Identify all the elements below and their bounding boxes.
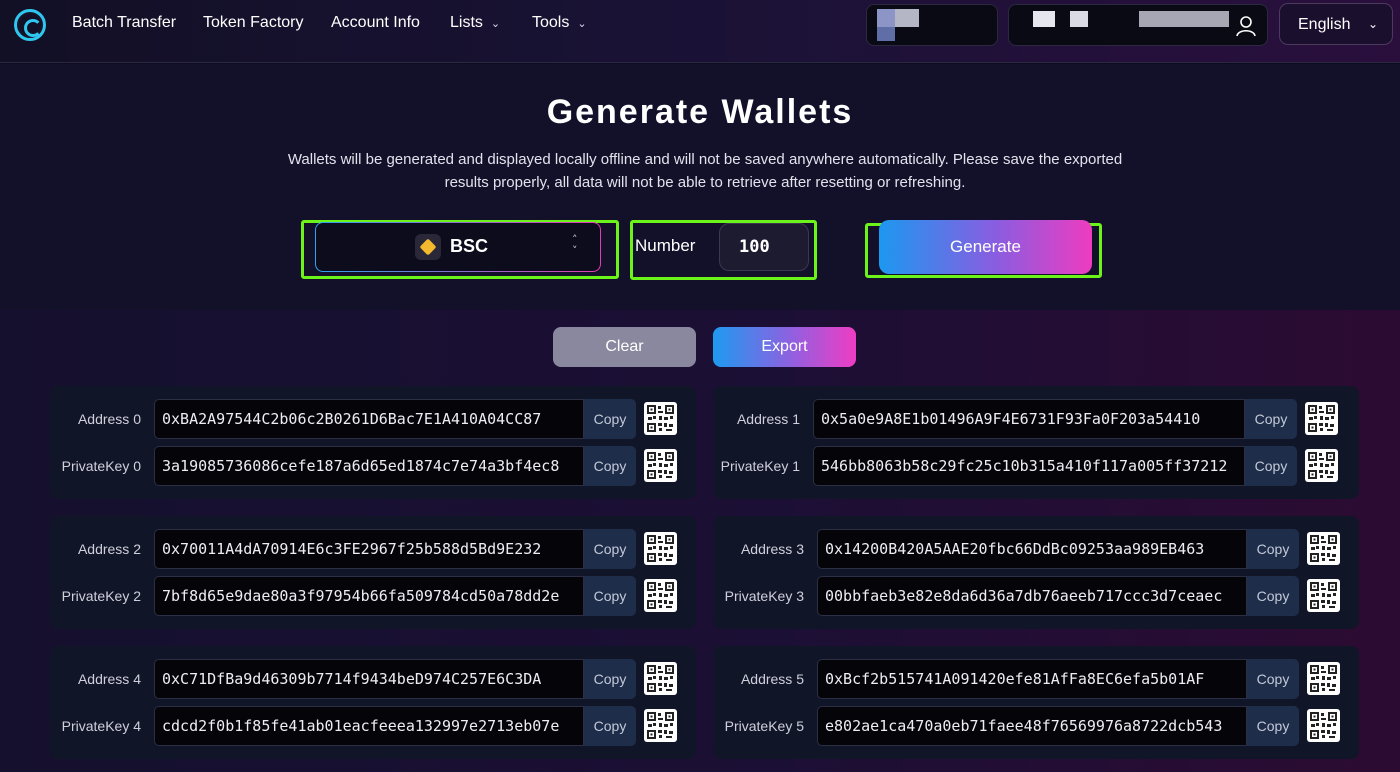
clear-button[interactable]: Clear <box>553 327 696 367</box>
page-description: Wallets will be generated and displayed … <box>287 151 1123 191</box>
copy-private-key-button[interactable]: Copy <box>584 576 636 616</box>
generate-button[interactable]: Generate <box>879 220 1092 274</box>
address-label: Address 2 <box>77 541 141 557</box>
private-key-field[interactable]: 3a19085736086cefe187a6d65ed1874c7e74a3bf… <box>154 446 584 486</box>
copy-address-button[interactable]: Copy <box>584 399 636 439</box>
address-label: Address 5 <box>740 671 804 687</box>
private-key-field[interactable]: 546bb8063b58c29fc25c10b315a410f117a005ff… <box>813 446 1245 486</box>
wallet-row: Address 1 0x5a0e9A8E1b01496A9F4E6731F93F… <box>713 399 1359 439</box>
qr-code-icon[interactable] <box>1307 709 1340 742</box>
private-key-label: PrivateKey 0 <box>61 458 141 474</box>
copy-address-button[interactable]: Copy <box>1245 399 1297 439</box>
copy-address-button[interactable]: Copy <box>584 529 636 569</box>
top-navigation: Batch Transfer Token Factory Account Inf… <box>0 0 1400 63</box>
address-field[interactable]: 0xC71DfBa9d46309b7714f9434beD974C257E6C3… <box>154 659 584 699</box>
copy-private-key-button[interactable]: Copy <box>1247 706 1299 746</box>
qr-code-icon[interactable] <box>1307 662 1340 695</box>
wallet-row: PrivateKey 1 546bb8063b58c29fc25c10b315a… <box>713 446 1359 486</box>
chain-select[interactable]: BSC ˄ ˅ <box>315 222 601 272</box>
chevron-down-icon: ⌄ <box>577 18 587 30</box>
qr-code-icon[interactable] <box>1305 449 1338 482</box>
copy-private-key-button[interactable]: Copy <box>1247 576 1299 616</box>
private-key-field[interactable]: 7bf8d65e9dae80a3f97954b66fa509784cd50a78… <box>154 576 584 616</box>
private-key-label: PrivateKey 5 <box>724 718 804 734</box>
bnb-icon <box>415 234 441 260</box>
address-field[interactable]: 0x70011A4dA70914E6c3FE2967f25b588d5Bd9E2… <box>154 529 584 569</box>
copy-address-button[interactable]: Copy <box>584 659 636 699</box>
qr-code-icon[interactable] <box>644 579 677 612</box>
qr-code-icon[interactable] <box>1305 402 1338 435</box>
chain-label: BSC <box>450 236 489 256</box>
wallet-card: Address 3 0x14200B420A5AAE20fbc66DdBc092… <box>713 516 1359 629</box>
private-key-label: PrivateKey 4 <box>61 718 141 734</box>
page-title: Generate Wallets <box>546 93 854 131</box>
qr-code-icon[interactable] <box>1307 532 1340 565</box>
number-input[interactable]: 100 <box>719 223 809 271</box>
wallet-row: Address 4 0xC71DfBa9d46309b7714f9434beD9… <box>50 659 696 699</box>
private-key-field[interactable]: e802ae1ca470a0eb71faee48f76569976a8722dc… <box>817 706 1247 746</box>
number-label: Number <box>635 236 696 255</box>
language-label: English <box>1298 16 1351 33</box>
nav-lists[interactable]: Lists ⌄ <box>450 14 500 32</box>
qr-code-icon[interactable] <box>644 402 677 435</box>
nav-batch-transfer[interactable]: Batch Transfer <box>72 14 176 32</box>
private-key-field[interactable]: 00bbfaeb3e82e8da6d36a7db76aeeb717ccc3d7c… <box>817 576 1247 616</box>
app-logo-icon[interactable] <box>14 9 46 41</box>
address-field[interactable]: 0xBcf2b515741A091420efe81AfFa8EC6efa5b01… <box>817 659 1247 699</box>
address-label: Address 4 <box>77 671 141 687</box>
wallet-row: PrivateKey 3 00bbfaeb3e82e8da6d36a7db76a… <box>713 576 1359 616</box>
wallet-card: Address 0 0xBA2A97544C2b06c2B0261D6Bac7E… <box>50 386 696 499</box>
user-icon <box>1236 16 1256 37</box>
copy-private-key-button[interactable]: Copy <box>584 706 636 746</box>
copy-private-key-button[interactable]: Copy <box>584 446 636 486</box>
redacted-balance <box>866 4 998 46</box>
wallet-card: Address 2 0x70011A4dA70914E6c3FE2967f25b… <box>50 516 696 629</box>
wallet-card: Address 1 0x5a0e9A8E1b01496A9F4E6731F93F… <box>713 386 1359 499</box>
up-down-chevron-icon: ˄ ˅ <box>572 233 578 257</box>
wallet-row: PrivateKey 0 3a19085736086cefe187a6d65ed… <box>50 446 696 486</box>
wallet-row: Address 2 0x70011A4dA70914E6c3FE2967f25b… <box>50 529 696 569</box>
chevron-down-icon: ⌄ <box>1368 17 1379 31</box>
language-select[interactable]: English ⌄ <box>1279 3 1393 45</box>
private-key-label: PrivateKey 3 <box>724 588 804 604</box>
wallet-row: PrivateKey 5 e802ae1ca470a0eb71faee48f76… <box>713 706 1359 746</box>
address-label: Address 0 <box>77 411 141 427</box>
address-field[interactable]: 0xBA2A97544C2b06c2B0261D6Bac7E1A410A04CC… <box>154 399 584 439</box>
nav-tools-label: Tools <box>532 14 570 31</box>
qr-code-icon[interactable] <box>644 532 677 565</box>
qr-code-icon[interactable] <box>644 709 677 742</box>
address-field[interactable]: 0x14200B420A5AAE20fbc66DdBc09253aa989EB4… <box>817 529 1247 569</box>
wallet-card: Address 5 0xBcf2b515741A091420efe81AfFa8… <box>713 646 1359 759</box>
redacted-account[interactable] <box>1008 4 1268 46</box>
wallet-row: Address 5 0xBcf2b515741A091420efe81AfFa8… <box>713 659 1359 699</box>
chevron-down-icon: ⌄ <box>490 18 501 30</box>
qr-code-icon[interactable] <box>644 662 677 695</box>
address-label: Address 3 <box>740 541 804 557</box>
nav-lists-label: Lists <box>450 14 483 31</box>
address-field[interactable]: 0x5a0e9A8E1b01496A9F4E6731F93Fa0F203a544… <box>813 399 1245 439</box>
copy-address-button[interactable]: Copy <box>1247 529 1299 569</box>
wallet-row: PrivateKey 4 cdcd2f0b1f85fe41ab01eacfeee… <box>50 706 696 746</box>
address-label: Address 1 <box>736 411 800 427</box>
wallet-row: Address 0 0xBA2A97544C2b06c2B0261D6Bac7E… <box>50 399 696 439</box>
copy-private-key-button[interactable]: Copy <box>1245 446 1297 486</box>
wallet-card: Address 4 0xC71DfBa9d46309b7714f9434beD9… <box>50 646 696 759</box>
wallet-row: PrivateKey 2 7bf8d65e9dae80a3f97954b66fa… <box>50 576 696 616</box>
private-key-label: PrivateKey 1 <box>720 458 800 474</box>
nav-tools[interactable]: Tools ⌄ <box>532 14 587 32</box>
qr-code-icon[interactable] <box>1307 579 1340 612</box>
export-button[interactable]: Export <box>713 327 856 367</box>
wallet-row: Address 3 0x14200B420A5AAE20fbc66DdBc092… <box>713 529 1359 569</box>
private-key-field[interactable]: cdcd2f0b1f85fe41ab01eacfeeea132997e2713e… <box>154 706 584 746</box>
nav-token-factory[interactable]: Token Factory <box>203 14 303 32</box>
private-key-label: PrivateKey 2 <box>61 588 141 604</box>
nav-account-info[interactable]: Account Info <box>331 14 420 32</box>
qr-code-icon[interactable] <box>644 449 677 482</box>
copy-address-button[interactable]: Copy <box>1247 659 1299 699</box>
